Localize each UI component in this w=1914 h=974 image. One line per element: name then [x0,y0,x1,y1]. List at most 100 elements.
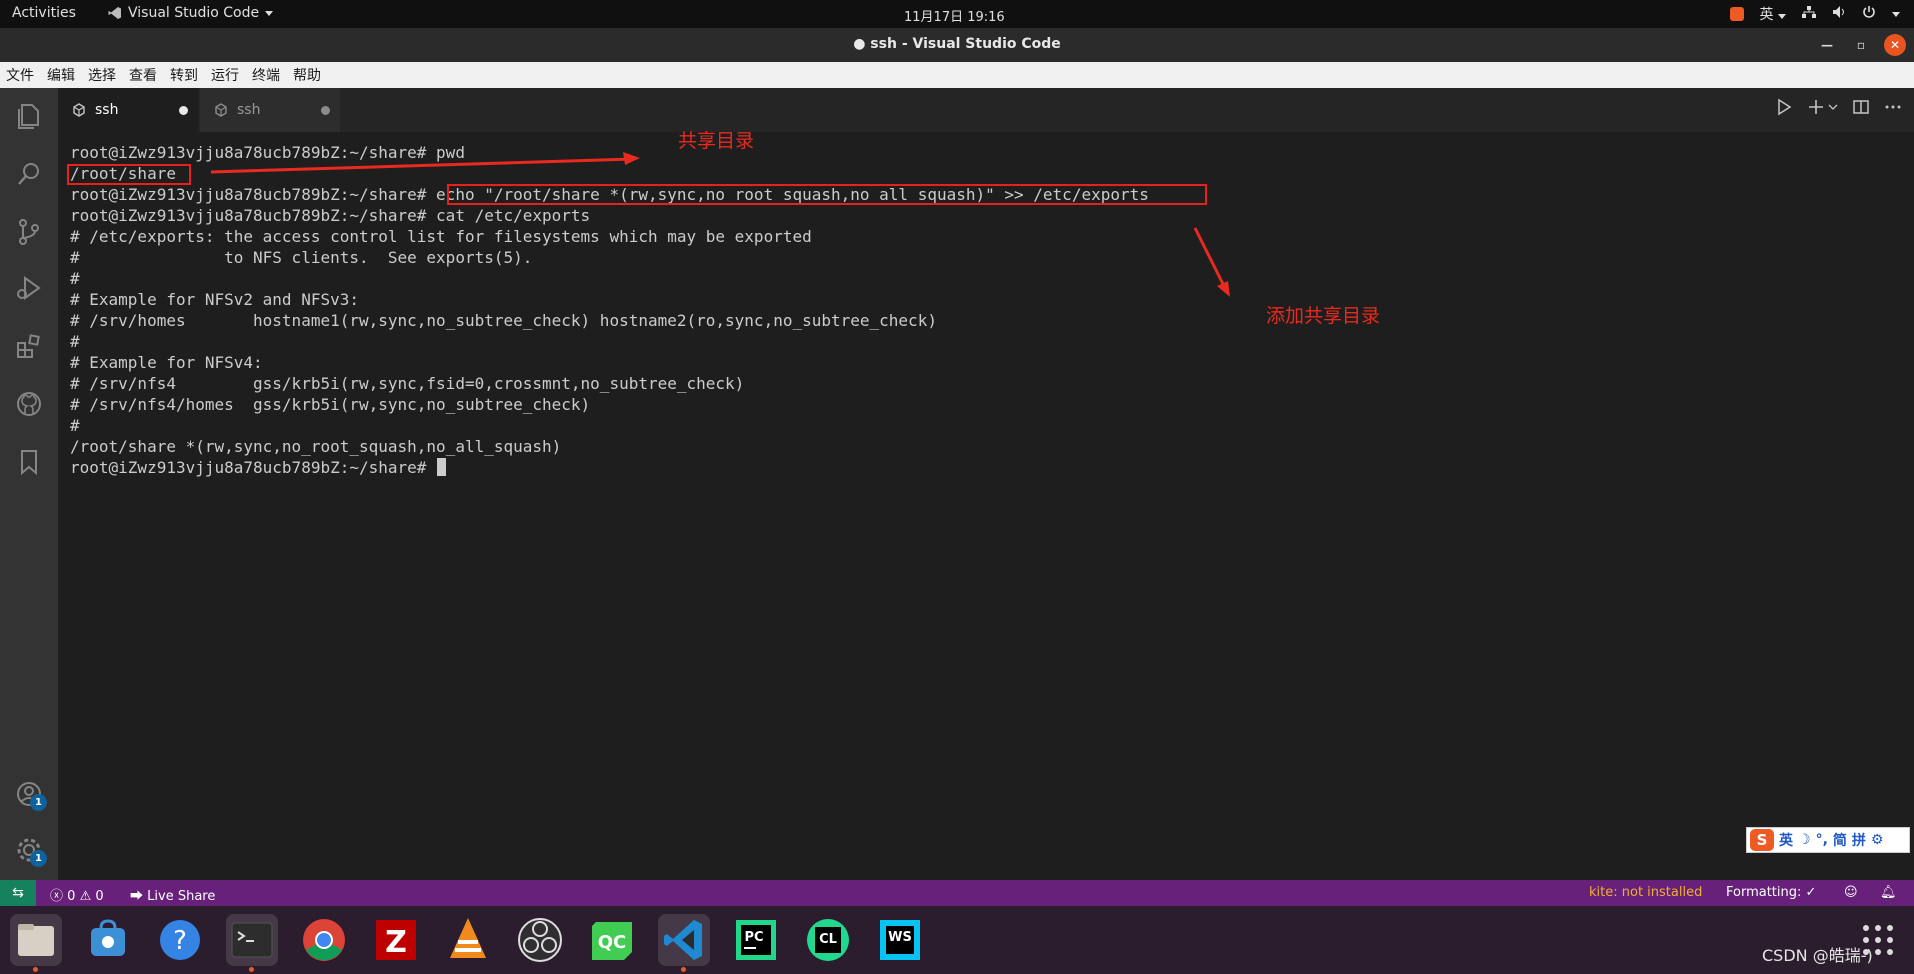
vscode-small-icon [108,7,121,19]
dock-vscode-icon[interactable] [658,914,710,972]
explorer-icon[interactable] [13,100,45,132]
activities-button[interactable]: Activities [12,5,76,21]
dock-filezilla-icon[interactable]: Z [370,914,422,966]
run-debug-icon[interactable] [13,272,45,304]
source-control-icon[interactable] [13,216,45,248]
feedback-icon[interactable]: ☺ [1844,885,1858,900]
split-editor-icon[interactable] [1852,98,1870,116]
svg-text:Z: Z [385,925,407,960]
chevron-down-icon[interactable] [1892,11,1900,17]
network-icon[interactable] [1802,5,1816,23]
warning-count: 0 [95,889,104,904]
close-window-button[interactable]: ✕ [1884,34,1906,56]
dock-terminal-icon[interactable] [226,914,278,972]
formatting-status[interactable]: Formatting: ✓ [1726,885,1816,900]
svg-text:CL: CL [819,932,837,947]
ime-lang-indicator[interactable]: 英 [1760,4,1786,24]
dock: ? Z QC PC CL WS [0,906,1914,974]
punctuation-icon[interactable]: °, [1816,832,1828,848]
editor-tabs: ssh ssh [58,88,1914,132]
moon-icon[interactable]: ☽ [1798,832,1811,848]
ime-lang[interactable]: 英 [1779,830,1793,850]
ime-pinyin[interactable]: 拼 [1852,830,1866,850]
status-bar: ⇆ ⓧ 0 ⚠ 0 ⮕ Live Share kite: not install… [0,880,1914,906]
notifications-bell-icon[interactable]: 🔔︎ [1880,885,1897,900]
terminal-prompt: root@iZwz913vjju8a78ucb789bZ:~/share# [70,458,437,477]
sogou-tray-icon[interactable] [1729,7,1744,21]
terminal-line: # [70,332,80,351]
extensions-icon[interactable] [13,330,45,362]
terminal-tab-icon [215,103,227,117]
menu-selection[interactable]: 选择 [88,65,116,85]
more-actions-icon[interactable] [1884,98,1902,116]
menu-terminal[interactable]: 终端 [252,65,280,85]
unsaved-dot-icon[interactable] [179,106,188,115]
unsaved-dot-icon[interactable] [321,106,330,115]
dock-obs-icon[interactable] [514,914,566,966]
terminal-line: # /srv/nfs4/homes gss/krb5i(rw,sync,no_s… [70,395,591,414]
app-name: Visual Studio Code [128,5,260,21]
menu-file[interactable]: 文件 [6,65,34,85]
settings-badge: 1 [30,850,47,867]
menu-go[interactable]: 转到 [170,65,198,85]
dock-pycharm-icon[interactable]: PC [730,914,782,966]
ime-toolbar[interactable]: S 英 ☽ °, 简 拼 ⚙ [1746,827,1910,853]
tab-ssh-2[interactable]: ssh [200,88,340,132]
minimize-button[interactable]: — [1816,34,1838,56]
dock-help-icon[interactable]: ? [154,914,206,966]
menu-bar: 文件 编辑 选择 查看 转到 运行 终端 帮助 [0,62,1914,88]
dock-qtcreator-icon[interactable]: QC [586,914,638,966]
tab-ssh-1[interactable]: ssh [58,88,198,132]
run-icon[interactable] [1775,98,1793,116]
window-title-bar[interactable]: ● ssh - Visual Studio Code — ▫ ✕ [0,28,1914,62]
annotation-add-shared-dir: 添加共享目录 [1266,305,1381,327]
svg-text:?: ? [173,926,187,956]
editor-actions [1775,98,1902,116]
menu-view[interactable]: 查看 [129,65,157,85]
live-share-button[interactable]: ⮕ Live Share [130,885,215,904]
desktop: Activities Visual Studio Code 11月17日 19:… [0,0,1914,974]
warning-icon: ⚠ [79,889,92,904]
app-menu[interactable]: Visual Studio Code [108,5,274,21]
live-share-icon: ⮕ [130,889,144,904]
menu-edit[interactable]: 编辑 [47,65,75,85]
menu-run[interactable]: 运行 [211,65,239,85]
power-icon[interactable] [1862,5,1876,23]
running-indicator [681,967,686,972]
ime-settings-icon[interactable]: ⚙ [1871,832,1884,848]
dock-chrome-icon[interactable] [298,914,350,966]
volume-icon[interactable] [1832,5,1846,23]
system-tray: 英 [1729,4,1900,24]
dock-vlc-icon[interactable] [442,914,494,966]
search-icon[interactable] [13,158,45,190]
svg-text:QC: QC [598,932,627,953]
maximize-button[interactable]: ▫ [1850,34,1872,56]
account-badge: 1 [30,794,47,811]
error-count: 0 [67,889,76,904]
dock-software-icon[interactable] [82,914,134,966]
new-terminal-button[interactable] [1807,98,1838,116]
menu-help[interactable]: 帮助 [293,65,321,85]
ime-lang-label: 英 [1759,7,1774,23]
terminal-line: /root/share *(rw,sync,no_root_squash,no_… [70,437,562,456]
dock-files-icon[interactable] [10,914,62,972]
terminal-scrollbar[interactable] [1900,132,1914,880]
problems-indicator[interactable]: ⓧ 0 ⚠ 0 [50,885,104,904]
terminal-line: # [70,416,80,435]
chevron-down-icon [265,10,274,16]
remote-indicator-icon[interactable]: ⇆ [0,880,36,906]
clock[interactable]: 11月17日 19:16 [904,6,1005,25]
kite-status[interactable]: kite: not installed [1589,885,1702,900]
tab-label: ssh [95,102,119,118]
tab-label: ssh [237,102,261,118]
svg-text:WS: WS [888,930,912,945]
bookmark-icon[interactable] [13,446,45,478]
gnome-top-bar: Activities Visual Studio Code 11月17日 19:… [0,0,1914,28]
ime-simplified[interactable]: 简 [1833,830,1847,850]
annotation-arrows [210,152,1230,297]
dock-webstorm-icon[interactable]: WS [874,914,926,966]
activity-bar: 1 1 [0,88,58,880]
terminal-panel[interactable]: root@iZwz913vjju8a78ucb789bZ:~/share# pw… [58,130,1914,880]
github-icon[interactable] [13,388,45,420]
dock-clion-icon[interactable]: CL [802,914,854,966]
